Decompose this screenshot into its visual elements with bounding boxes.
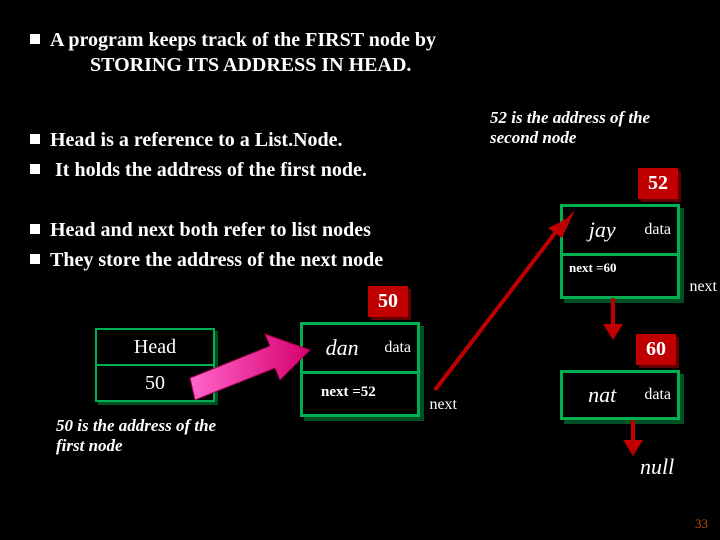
- annotation-line: 50 is the address of the: [56, 416, 216, 435]
- null-label: null: [640, 454, 674, 480]
- annotation-line: second node: [490, 128, 576, 147]
- head-value-text: 50: [145, 372, 165, 395]
- head-title-text: Head: [134, 336, 176, 359]
- square-bullet-icon: [30, 34, 40, 44]
- page-number: 33: [695, 516, 708, 532]
- bullet-5: They store the address of the next node: [30, 248, 383, 273]
- node-data-row: jay data: [563, 207, 677, 253]
- node-data-value: nat: [563, 382, 641, 408]
- bullet-text: Head and next both refer to list nodes: [50, 219, 371, 241]
- bullet-text: They store the address of the next node: [50, 249, 383, 271]
- node-52-box: jay data next =60 next: [560, 204, 680, 299]
- annotation-line: first node: [56, 436, 123, 455]
- arrow-node52-to-node60-icon: [588, 296, 638, 346]
- node-data-label: data: [644, 386, 671, 404]
- node-data-label: data: [644, 221, 671, 239]
- bullet-text-cont: STORING ITS ADDRESS IN HEAD.: [90, 54, 411, 76]
- node-next-label: next: [429, 396, 457, 414]
- head-title: Head: [97, 330, 213, 364]
- node-next-label: next: [689, 278, 717, 296]
- bullet-1: A program keeps track of the FIRST node …: [30, 28, 436, 78]
- annotation-second-node: 52 is the address of the second node: [490, 108, 700, 149]
- annotation-line: 52 is the address of the: [490, 108, 650, 127]
- bullet-3: It holds the address of the first node.: [30, 158, 367, 183]
- node-next-value: next =52: [321, 384, 376, 401]
- node-data-row: nat data: [563, 373, 677, 417]
- address-value: 60: [646, 338, 666, 360]
- address-box-60: 60: [636, 334, 676, 365]
- address-box-50: 50: [368, 286, 408, 317]
- bullet-text: It holds the address of the first node.: [50, 159, 367, 181]
- square-bullet-icon: [30, 164, 40, 174]
- node-data-value: dan: [303, 335, 381, 361]
- square-bullet-icon: [30, 254, 40, 264]
- node-next-row: next =60 next: [563, 256, 677, 299]
- node-data-row: dan data: [303, 325, 417, 371]
- node-60-box: nat data: [560, 370, 680, 420]
- bullet-2: Head is a reference to a List.Node.: [30, 128, 343, 153]
- node-next-row: next =52 next: [303, 374, 417, 417]
- square-bullet-icon: [30, 134, 40, 144]
- node-data-label: data: [384, 339, 411, 357]
- bullet-4: Head and next both refer to list nodes: [30, 218, 371, 243]
- address-value: 50: [378, 290, 398, 312]
- address-box-52: 52: [638, 168, 678, 199]
- bullet-text: A program keeps track of the FIRST node …: [50, 29, 436, 51]
- head-box: Head 50: [95, 328, 215, 402]
- square-bullet-icon: [30, 224, 40, 234]
- node-next-value: next =60: [569, 260, 617, 276]
- page-number-text: 33: [695, 516, 708, 531]
- annotation-first-node: 50 is the address of the first node: [56, 416, 286, 457]
- node-50-box: dan data next =52 next: [300, 322, 420, 417]
- node-data-value: jay: [563, 217, 641, 243]
- head-value: 50: [97, 366, 213, 400]
- address-value: 52: [648, 172, 668, 194]
- bullet-text: Head is a reference to a List.Node.: [50, 129, 343, 151]
- null-text: null: [640, 454, 674, 479]
